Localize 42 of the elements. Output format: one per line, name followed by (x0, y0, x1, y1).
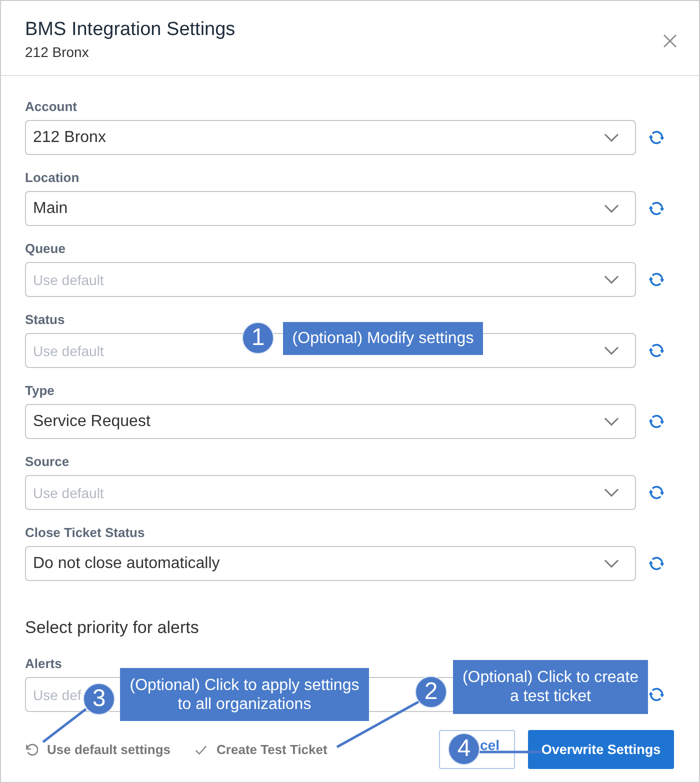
field-label: Close Ticket Status (25, 525, 146, 541)
refresh-icon[interactable] (648, 483, 665, 502)
callout-tooltip: (Optional) Click to create a test ticket (453, 660, 648, 714)
dialog-title: BMS Integration Settings (25, 19, 236, 41)
undo-icon (25, 743, 38, 756)
field-label: Status (25, 312, 66, 328)
leader-line (42, 708, 87, 743)
section-heading: Select priority for alerts (25, 617, 200, 639)
field-label: Queue (25, 241, 66, 257)
select-field[interactable]: 212 Bronx (25, 120, 636, 155)
field-label: Source (25, 454, 70, 470)
check-icon (194, 744, 207, 754)
chevron-down-icon (604, 346, 619, 355)
test-ticket-link[interactable]: Create Test Ticket (194, 742, 328, 757)
field-label: Alerts (25, 656, 63, 672)
select-field[interactable]: Do not close automatically (25, 546, 636, 581)
callout-tooltip: (Optional) Click to apply settings to all organizations (120, 668, 369, 721)
field-label: Type (25, 383, 56, 399)
chevron-down-icon (604, 559, 619, 568)
refresh-icon[interactable] (648, 412, 665, 431)
chevron-down-icon (604, 488, 619, 497)
refresh-icon[interactable] (648, 685, 665, 704)
callout-tooltip: (Optional) Modify settings (283, 322, 483, 355)
refresh-icon[interactable] (648, 199, 665, 218)
refresh-icon[interactable] (648, 341, 665, 360)
refresh-icon[interactable] (648, 554, 665, 573)
step-number-badge: 1 (242, 322, 274, 354)
field-label: Location (25, 170, 80, 186)
select-field[interactable]: Main (25, 191, 636, 226)
default-settings-link[interactable]: Use default settings (25, 742, 171, 757)
chevron-down-icon (604, 417, 619, 426)
dialog-subtitle: 212 Bronx (25, 43, 90, 61)
refresh-icon[interactable] (648, 128, 665, 147)
chevron-down-icon (604, 133, 619, 142)
select-field[interactable]: Service Request (25, 404, 636, 439)
leader-line (479, 750, 542, 754)
chevron-down-icon (604, 275, 619, 284)
overwrite-settings-button[interactable]: Overwrite Settings (528, 730, 674, 769)
chevron-down-icon (604, 204, 619, 213)
refresh-icon[interactable] (648, 270, 665, 289)
close-icon[interactable] (663, 34, 677, 48)
field-label: Account (25, 99, 78, 115)
